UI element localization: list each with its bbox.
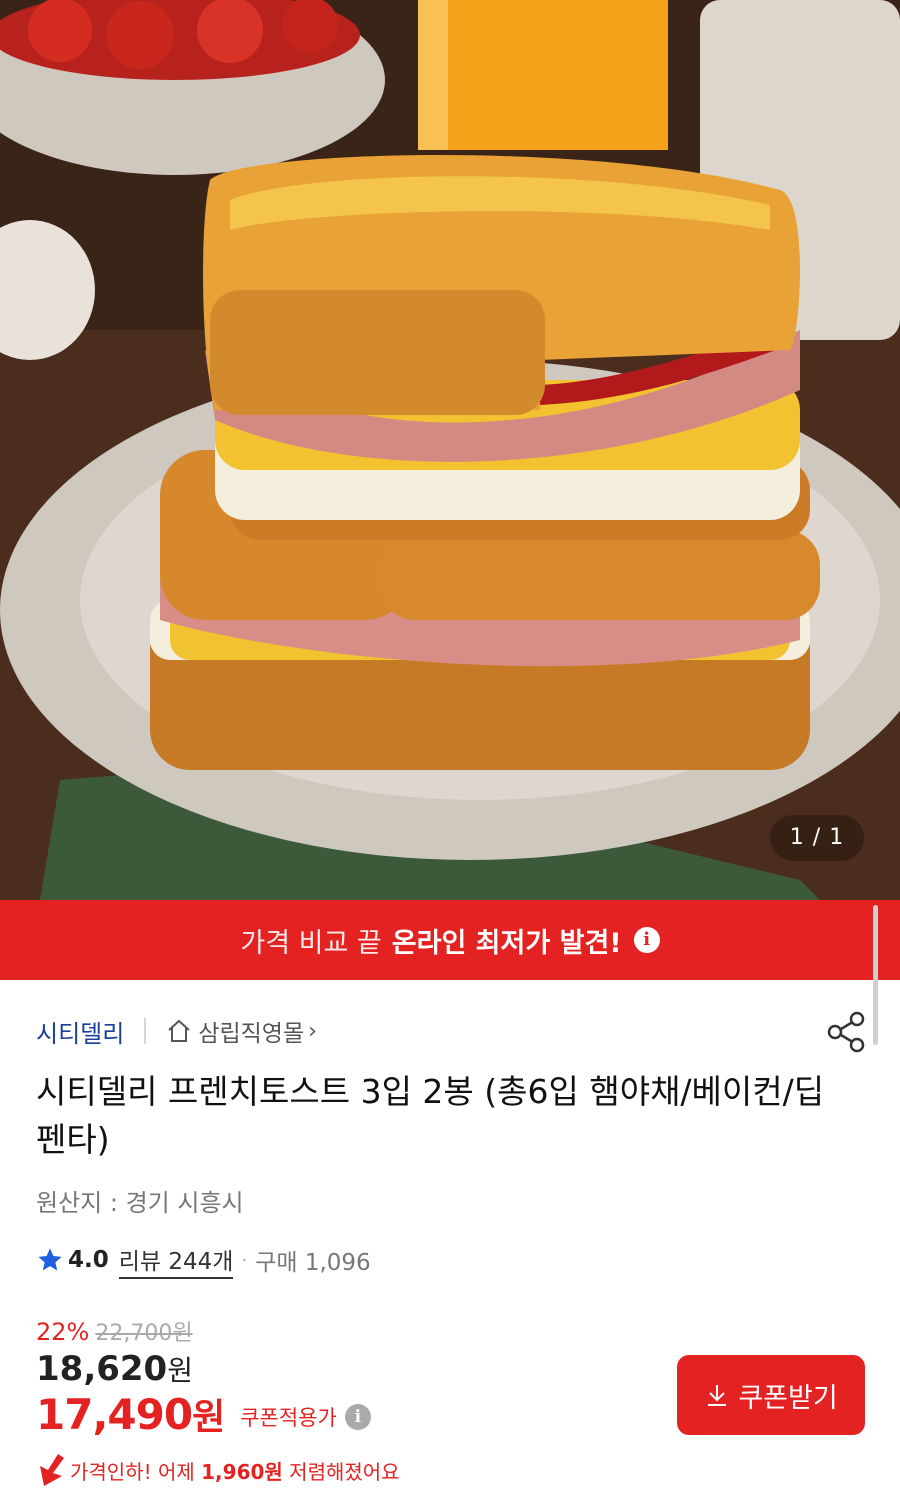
coupon-price-value: 17,490	[36, 1390, 193, 1439]
rating-row: 4.0 리뷰 244개 · 구매 1,096	[36, 1242, 371, 1279]
coupon-price-unit: 원	[192, 1397, 225, 1438]
seller-row: 시티델리 삼립직영몰 ›	[36, 1013, 317, 1049]
price-drop-suffix: 저렴해졌어요	[282, 1459, 400, 1484]
brand-link[interactable]: 시티델리	[36, 1014, 124, 1049]
coupon-price-row: 17,490원 쿠폰적용가 i	[36, 1388, 371, 1440]
price-drop-amount: 1,960원	[201, 1459, 283, 1484]
download-icon	[708, 1385, 727, 1406]
separator-dot: ·	[241, 1249, 248, 1271]
coupon-price-label: 쿠폰적용가	[240, 1406, 337, 1430]
product-title: 시티델리 프렌치토스트 3입 2봉 (총6입 햄야채/베이컨/딥펜타)	[36, 1072, 825, 1159]
chevron-right-icon: ›	[308, 1018, 317, 1044]
product-image[interactable]: 1 / 1	[0, 0, 900, 900]
price-drop-notice: 가격인하! 어제 1,960원 저렴해졌어요	[36, 1452, 400, 1488]
review-link[interactable]: 리뷰 244개	[118, 1242, 234, 1279]
info-icon[interactable]: i	[344, 1404, 371, 1430]
scrollbar-thumb[interactable]	[873, 905, 878, 1045]
original-price: 22,700원	[95, 1321, 193, 1346]
store-link[interactable]: 삼립직영몰	[198, 1014, 304, 1048]
sale-price-unit: 원	[167, 1354, 193, 1387]
get-coupon-label: 쿠폰받기	[738, 1382, 838, 1414]
price-drop-text: 가격인하! 어제 1,960원 저렴해졌어요	[70, 1456, 400, 1485]
lowest-price-banner[interactable]: 가격 비교 끝 온라인 최저가 발견! i	[0, 900, 900, 980]
rating-score: 4.0	[68, 1247, 109, 1273]
star-icon	[38, 1248, 62, 1271]
food-photo-illustration	[0, 0, 900, 900]
sale-price-value: 18,620	[36, 1349, 168, 1389]
image-page-counter: 1 / 1	[770, 815, 864, 861]
banner-emphasis-text: 온라인 최저가 발견!	[391, 927, 622, 959]
coupon-price: 17,490원	[36, 1388, 225, 1440]
home-icon	[168, 1019, 190, 1042]
banner-lead-text: 가격 비교 끝	[240, 927, 382, 959]
origin-text: 원산지 : 경기 시흥시	[36, 1189, 244, 1217]
share-icon[interactable]	[826, 1010, 866, 1054]
discount-rate: 22%	[36, 1318, 90, 1346]
price-drop-prefix: 가격인하! 어제	[70, 1459, 202, 1484]
discount-row: 22% 22,700원	[36, 1315, 193, 1347]
arrow-down-icon	[40, 1454, 64, 1486]
info-icon[interactable]: i	[633, 927, 660, 953]
purchase-count: 구매 1,096	[255, 1250, 371, 1276]
sale-price: 18,620원	[36, 1349, 193, 1389]
get-coupon-button[interactable]: 쿠폰받기	[677, 1355, 865, 1435]
divider	[144, 1018, 147, 1044]
